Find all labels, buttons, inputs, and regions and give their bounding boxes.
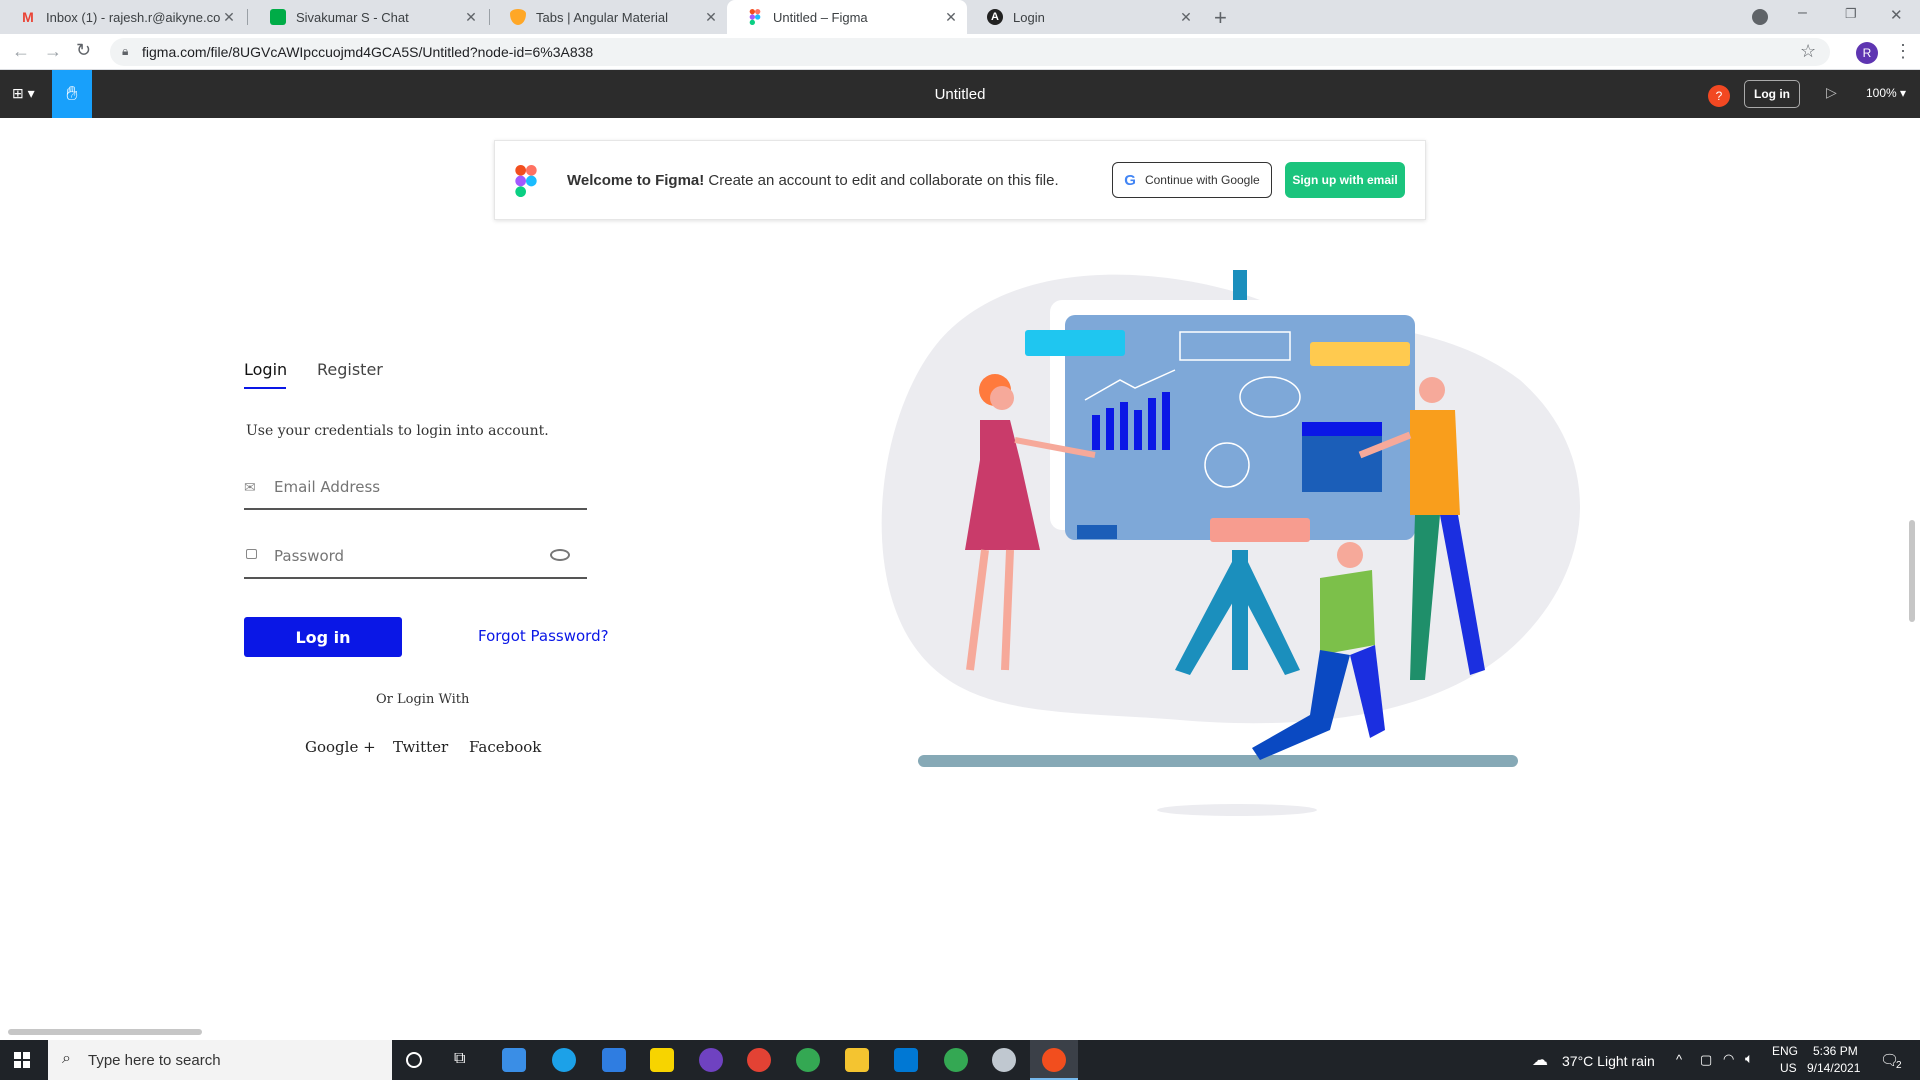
lock-icon xyxy=(246,549,257,559)
active-tab-indicator xyxy=(244,387,286,389)
welcome-message: Welcome to Figma! Create an account to e… xyxy=(567,172,1059,189)
presentation-illustration xyxy=(881,270,1580,816)
facebook-link[interactable]: Facebook xyxy=(469,738,541,756)
tab-login-form[interactable]: Login xyxy=(244,360,287,379)
figma-logo-icon xyxy=(515,165,537,202)
vertical-scrollbar-thumb[interactable] xyxy=(1909,520,1915,622)
file-title[interactable]: Untitled xyxy=(0,86,1920,103)
region-indicator: US xyxy=(1780,1061,1797,1075)
lock-icon: 🔒︎ xyxy=(122,44,129,58)
tab-figma[interactable]: Untitled – Figma ✕ xyxy=(727,0,967,34)
file-explorer-icon[interactable] xyxy=(845,1048,869,1072)
new-tab-icon[interactable]: + xyxy=(1214,5,1227,31)
close-window-icon[interactable]: ✕ xyxy=(1890,6,1903,24)
tab-gmail[interactable]: M Inbox (1) - rajesh.r@aikyne.com - ✕ xyxy=(0,0,245,34)
twitter-link[interactable]: Twitter xyxy=(393,738,448,756)
email-field[interactable]: ✉ Email Address xyxy=(244,470,587,510)
browser-tab-strip: M Inbox (1) - rajesh.r@aikyne.com - ✕ Si… xyxy=(0,0,1920,34)
meet-now-icon[interactable]: ▢ xyxy=(1700,1052,1712,1068)
wifi-icon[interactable]: ◠ xyxy=(1723,1051,1734,1067)
reload-icon[interactable]: ↻ xyxy=(76,40,91,61)
tab-chat[interactable]: Sivakumar S - Chat ✕ xyxy=(250,0,487,34)
envelope-icon: ✉ xyxy=(244,479,256,495)
tab-register[interactable]: Register xyxy=(317,360,383,379)
login-subtitle: Use your credentials to login into accou… xyxy=(246,423,549,439)
figma-taskbar-button[interactable] xyxy=(1030,1040,1078,1080)
clock-time[interactable]: 5:36 PM xyxy=(1813,1044,1858,1058)
tab-login[interactable]: A Login ✕ xyxy=(967,0,1202,34)
bookmark-star-icon[interactable]: ☆ xyxy=(1800,41,1816,62)
tab-separator xyxy=(247,9,248,25)
google-chat-icon xyxy=(270,9,286,25)
windows-start-icon[interactable] xyxy=(14,1052,30,1073)
task-view-icon[interactable]: ⧉ xyxy=(454,1050,465,1068)
github-desktop-icon[interactable] xyxy=(699,1048,723,1072)
horizontal-scrollbar-thumb[interactable] xyxy=(8,1029,202,1035)
close-tab-icon[interactable]: ✕ xyxy=(463,9,479,26)
minimize-icon[interactable]: – xyxy=(1798,4,1807,22)
tray-chevron-icon[interactable]: ^ xyxy=(1676,1052,1682,1067)
app-icon-2[interactable] xyxy=(992,1048,1016,1072)
zoom-level[interactable]: 100% ▾ xyxy=(1866,86,1906,100)
forgot-password-link[interactable]: Forgot Password? xyxy=(478,627,609,645)
google-plus-link[interactable]: Google + xyxy=(305,738,376,756)
clock-date: 9/14/2021 xyxy=(1807,1061,1861,1075)
windows-taskbar: ⌕ Type here to search ⧉ ☁ 37°C Light rai… xyxy=(0,1040,1920,1080)
help-icon[interactable]: ? xyxy=(1708,85,1730,107)
close-tab-icon[interactable]: ✕ xyxy=(703,9,719,26)
or-login-with-text: Or Login With xyxy=(376,692,470,707)
continue-with-google-button[interactable]: G Continue with Google xyxy=(1112,162,1272,198)
weather-text[interactable]: 37°C Light rain xyxy=(1562,1053,1655,1069)
store-icon[interactable] xyxy=(502,1048,526,1072)
login-button[interactable]: Log in xyxy=(244,617,402,657)
angular-icon: A xyxy=(987,9,1003,25)
address-bar[interactable]: 🔒︎ figma.com/file/8UGVcAWIpccuojmd4GCA5S… xyxy=(110,38,1830,66)
notifications-count: 2 xyxy=(1896,1060,1902,1071)
profile-avatar[interactable]: R xyxy=(1856,42,1878,64)
angular-material-icon xyxy=(510,9,526,25)
figma-toolbar: ⊞ ▾ ✋︎ Untitled ? Log in ▷ 100% ▾ xyxy=(0,70,1920,118)
gmail-icon: M xyxy=(22,9,34,25)
weather-cloud-icon: ☁ xyxy=(1532,1052,1548,1069)
password-field[interactable]: Password xyxy=(244,539,587,579)
figma-taskbar-icon xyxy=(1042,1048,1066,1072)
restore-icon[interactable]: ❐ xyxy=(1845,6,1857,22)
cortana-icon[interactable] xyxy=(406,1052,422,1068)
url-text: figma.com/file/8UGVcAWIpccuojmd4GCA5S/Un… xyxy=(142,44,594,60)
browser-menu-icon[interactable]: ⋮ xyxy=(1894,41,1912,62)
close-tab-icon[interactable]: ✕ xyxy=(1178,9,1194,26)
address-bar-row: ← → ↻ 🔒︎ figma.com/file/8UGVcAWIpccuojmd… xyxy=(0,34,1920,70)
figma-login-button[interactable]: Log in xyxy=(1744,80,1800,108)
chrome-profile-icon[interactable] xyxy=(944,1048,968,1072)
figma-icon xyxy=(747,9,763,25)
taskbar-search-box[interactable]: ⌕ Type here to search xyxy=(48,1040,392,1080)
edge-icon[interactable] xyxy=(552,1048,576,1072)
show-password-eye-icon[interactable] xyxy=(550,549,570,561)
welcome-banner: Welcome to Figma! Create an account to e… xyxy=(494,140,1426,220)
chrome-icon[interactable] xyxy=(796,1048,820,1072)
close-tab-icon[interactable]: ✕ xyxy=(943,9,959,26)
tab-angular-material[interactable]: Tabs | Angular Material ✕ xyxy=(490,0,727,34)
vscode-icon[interactable] xyxy=(894,1048,918,1072)
google-g-icon: G xyxy=(1124,171,1136,189)
search-icon: ⌕ xyxy=(62,1050,71,1067)
close-tab-icon[interactable]: ✕ xyxy=(221,9,237,26)
volume-icon[interactable]: 🔈︎ xyxy=(1745,1050,1753,1067)
app-icon[interactable] xyxy=(747,1048,771,1072)
language-indicator[interactable]: ENG xyxy=(1772,1044,1798,1058)
sticky-notes-icon[interactable] xyxy=(650,1048,674,1072)
tab-search-icon[interactable] xyxy=(1752,9,1768,25)
sign-up-email-button[interactable]: Sign up with email xyxy=(1285,162,1405,198)
mail-icon[interactable] xyxy=(602,1048,626,1072)
forward-icon[interactable]: → xyxy=(44,41,62,62)
present-play-icon[interactable]: ▷ xyxy=(1826,84,1837,101)
back-icon[interactable]: ← xyxy=(12,41,30,62)
